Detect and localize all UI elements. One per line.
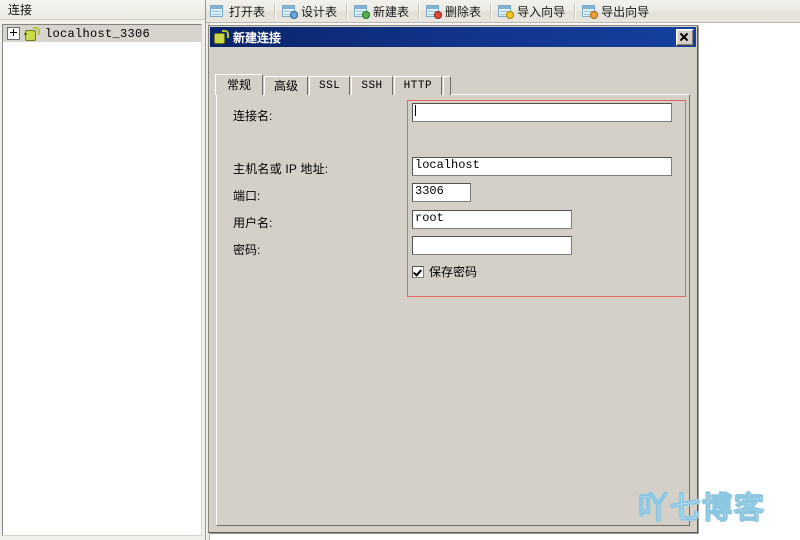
toolbar-separator [490, 3, 493, 19]
delete-table-icon [425, 3, 443, 19]
dialog-title: 新建连接 [233, 30, 282, 45]
host-label: 主机名或 IP 地址: [233, 162, 329, 176]
new-connection-dialog: 新建连接 常规 高级 SSL SSH HTTP 连接名: 主机名或 IP 地址:… [208, 25, 698, 533]
toolbar-button-new-table-label: 新建表 [373, 4, 410, 19]
connections-panel-header: 连接 [0, 0, 205, 20]
tab-ssh[interactable]: SSH [351, 76, 393, 95]
toolbar-button-delete-table-label: 删除表 [445, 4, 482, 19]
toolbar-button-open-table[interactable]: 打开表 [206, 1, 270, 21]
connection-name-input[interactable] [412, 103, 672, 122]
toolbar-button-delete-table[interactable]: 删除表 [422, 1, 486, 21]
export-wizard-icon [581, 3, 599, 19]
toolbar-button-import-wizard-label: 导入向导 [517, 4, 566, 19]
save-password-label: 保存密码 [429, 265, 478, 279]
toolbar-separator [346, 3, 349, 19]
save-password-checkbox[interactable]: 保存密码 [412, 263, 477, 280]
tree-item-localhost-3306[interactable]: localhost_3306 [3, 25, 201, 42]
application-window: 连接 localhost_3306 打开表 设计表 新建表 删除表 导入向导 导… [0, 0, 800, 540]
tab-ssl-label: SSL [319, 80, 341, 92]
username-input[interactable]: root [412, 210, 572, 229]
toolbar-button-export-wizard[interactable]: 导出向导 [578, 1, 654, 21]
password-label: 密码: [233, 243, 261, 257]
checkbox-checked-icon[interactable] [412, 265, 424, 278]
port-label: 端口: [233, 189, 261, 203]
tab-general[interactable]: 常规 [215, 74, 264, 95]
tab-general-label: 常规 [227, 78, 252, 92]
password-input[interactable] [412, 236, 572, 255]
tab-advanced-label: 高级 [274, 79, 299, 93]
connection-name-label: 连接名: [233, 109, 273, 123]
expand-plus-icon[interactable] [7, 27, 20, 40]
toolbar-button-open-table-label: 打开表 [229, 4, 266, 19]
connections-panel-title: 连接 [8, 3, 33, 17]
tab-http[interactable]: HTTP [393, 76, 443, 95]
host-input[interactable]: localhost [412, 157, 672, 176]
dialog-titlebar[interactable]: 新建连接 [210, 27, 696, 47]
connection-plug-icon [24, 26, 40, 41]
import-wizard-icon [497, 3, 515, 19]
tab-advanced[interactable]: 高级 [264, 76, 309, 95]
connections-panel: 连接 localhost_3306 [0, 0, 206, 540]
new-table-icon [353, 3, 371, 19]
tab-http-label: HTTP [403, 80, 433, 92]
username-label: 用户名: [233, 216, 273, 230]
toolbar-button-design-table-label: 设计表 [301, 4, 338, 19]
toolbar-button-new-table[interactable]: 新建表 [350, 1, 414, 21]
dialog-body: 常规 高级 SSL SSH HTTP 连接名: 主机名或 IP 地址: loca… [210, 47, 696, 531]
main-toolbar: 打开表 设计表 新建表 删除表 导入向导 导出向导 [206, 0, 800, 23]
tab-ssh-label: SSH [361, 80, 383, 92]
toolbar-separator [418, 3, 421, 19]
close-icon[interactable] [676, 28, 694, 46]
design-table-icon [281, 3, 299, 19]
tab-ssl[interactable]: SSL [309, 76, 351, 95]
tabstrip-filler [443, 76, 452, 95]
toolbar-separator [574, 3, 577, 19]
toolbar-separator [274, 3, 277, 19]
toolbar-button-import-wizard[interactable]: 导入向导 [494, 1, 570, 21]
dialog-tabstrip: 常规 高级 SSL SSH HTTP [215, 74, 452, 95]
port-input[interactable]: 3306 [412, 183, 471, 202]
open-table-icon [209, 3, 225, 19]
connection-form: 连接名: 主机名或 IP 地址: localhost 端口: 3306 用户名:… [217, 95, 691, 527]
tree-item-label: localhost_3306 [45, 26, 151, 41]
connection-plug-icon [213, 30, 229, 44]
connections-tree[interactable]: localhost_3306 [2, 24, 202, 536]
toolbar-button-export-wizard-label: 导出向导 [601, 4, 650, 19]
toolbar-button-design-table[interactable]: 设计表 [278, 1, 342, 21]
tab-page-general: 连接名: 主机名或 IP 地址: localhost 端口: 3306 用户名:… [216, 94, 690, 526]
